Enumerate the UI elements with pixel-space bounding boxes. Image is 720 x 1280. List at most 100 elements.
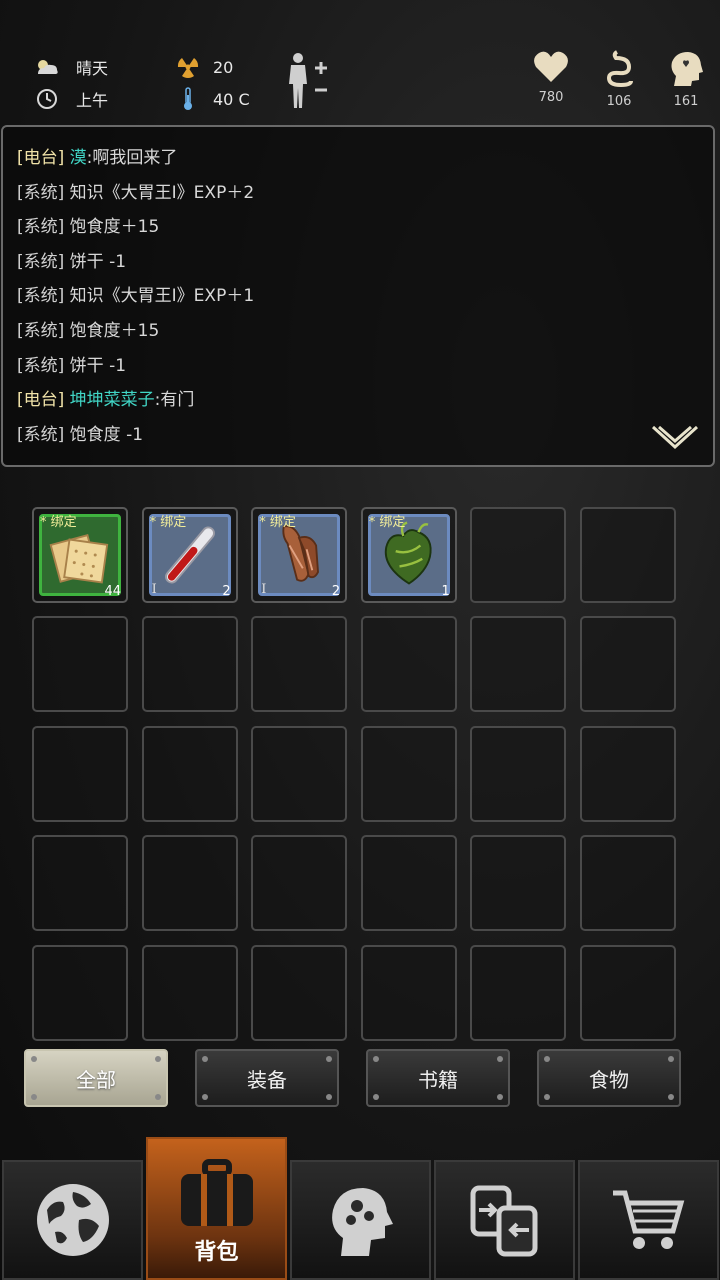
log-line: [系统] 知识《大胃王Ⅰ》EXP＋1 — [17, 279, 713, 314]
rivet-decoration — [497, 1056, 503, 1062]
body-icon — [289, 53, 327, 108]
inventory-slot-empty[interactable] — [32, 725, 128, 822]
inventory-slot-empty[interactable] — [251, 944, 348, 1041]
mental-value: 161 — [673, 94, 699, 109]
inventory-slot-empty[interactable] — [360, 944, 457, 1041]
log-tag: [系统] — [17, 217, 65, 238]
log-line: [系统] 饱食度 -1 — [17, 418, 713, 453]
rivet-decoration — [31, 1094, 37, 1100]
inventory-slot-empty[interactable] — [470, 835, 567, 932]
log-text: 知识《大胃王Ⅰ》EXP＋2 — [69, 182, 255, 203]
rivet-decoration — [155, 1056, 161, 1062]
log-tag: [系统] — [17, 251, 65, 272]
item-count: 2 — [222, 584, 231, 599]
rivet-decoration — [326, 1056, 332, 1062]
filter-food-label: 食物 — [589, 1067, 629, 1092]
inventory-slot-empty[interactable] — [470, 507, 567, 603]
log-speaker[interactable]: 漠 — [70, 148, 87, 168]
message-log[interactable]: [电台] 漠:啊我回来了 [系统] 知识《大胃王Ⅰ》EXP＋2 [系统] 饱食度＋1… — [1, 125, 715, 467]
nav-trade-tab[interactable] — [434, 1160, 575, 1280]
weather-icon — [34, 54, 60, 80]
rivet-decoration — [202, 1056, 208, 1062]
inventory-slot-empty[interactable] — [141, 944, 238, 1041]
filter-all-button[interactable]: 全部 — [24, 1049, 168, 1107]
rivet-decoration — [668, 1056, 674, 1062]
log-lines: [电台] 漠:啊我回来了 [系统] 知识《大胃王Ⅰ》EXP＋2 [系统] 饱食度＋1… — [17, 141, 713, 452]
nav-backpack-label: 背包 — [194, 1240, 239, 1265]
rivet-decoration — [202, 1094, 208, 1100]
inventory-slot-empty[interactable] — [251, 616, 348, 713]
thermometer-icon — [175, 86, 201, 112]
inventory-grid: * 绑定 44 * 绑定 I 2 * 绑定 I 2 * 绑定 1 — [32, 507, 688, 1041]
log-text: :啊我回来了 — [86, 148, 178, 168]
log-speaker[interactable]: 坤坤菜菜子 — [70, 390, 155, 410]
rivet-decoration — [544, 1094, 550, 1100]
inventory-slot-blood-tube[interactable]: * 绑定 I 2 — [141, 507, 238, 603]
filter-food-button[interactable]: 食物 — [537, 1049, 681, 1107]
mental-stat: 161 — [656, 50, 716, 109]
heart-icon — [534, 51, 568, 82]
log-line: [电台] 漠:啊我回来了 — [17, 141, 713, 176]
log-line: [电台] 坤坤菜菜子:有门 — [17, 383, 713, 418]
inventory-slot-green-heart[interactable]: * 绑定 1 — [360, 507, 457, 603]
log-line: [系统] 饼干 -1 — [17, 349, 713, 384]
item-level: I — [151, 582, 157, 597]
status-bar: 晴天 上午 20 40 C 780 106 161 — [0, 0, 720, 122]
inventory-slot-empty[interactable] — [470, 725, 567, 822]
inventory-slot-empty[interactable] — [579, 507, 676, 603]
inventory-slot-empty[interactable] — [251, 725, 348, 822]
inventory-slot-empty[interactable] — [32, 616, 128, 713]
inventory-slot-empty[interactable] — [360, 835, 457, 932]
weather-status: 晴天 — [34, 54, 108, 80]
health-value: 780 — [538, 90, 564, 105]
filter-equipment-button[interactable]: 装备 — [195, 1049, 339, 1107]
inventory-slot-empty[interactable] — [579, 835, 676, 932]
filter-books-button[interactable]: 书籍 — [366, 1049, 510, 1107]
log-text: 饼干 -1 — [69, 355, 127, 376]
bound-label: * 绑定 — [149, 515, 187, 530]
log-text: 饱食度＋15 — [69, 320, 160, 341]
scroll-down-button[interactable] — [651, 425, 699, 455]
bound-label: * 绑定 — [40, 515, 77, 530]
inventory-slot-empty[interactable] — [141, 835, 238, 932]
weather-text: 晴天 — [76, 59, 109, 78]
inventory-slot-empty[interactable] — [32, 835, 128, 932]
hunger-stat: 106 — [589, 50, 649, 109]
log-text: :有门 — [154, 390, 195, 411]
log-tag: [电台] — [17, 148, 65, 168]
health-stat: 780 — [521, 50, 581, 105]
log-text: 饱食度 -1 — [69, 424, 144, 445]
rivet-decoration — [155, 1094, 161, 1100]
inventory-slot-empty[interactable] — [141, 616, 238, 713]
inventory-slot-empty[interactable] — [579, 616, 676, 713]
nav-backpack-tab[interactable]: 背包 — [146, 1137, 287, 1280]
nav-shop-tab[interactable] — [578, 1160, 719, 1280]
inventory-slot-biscuit[interactable]: * 绑定 44 — [32, 507, 128, 603]
temperature-value: 40 C — [213, 89, 250, 109]
inventory-slot-empty[interactable] — [360, 725, 457, 822]
filter-equipment-label: 装备 — [247, 1067, 287, 1092]
inventory-slot-meat-strips[interactable]: * 绑定 I 2 — [251, 507, 348, 603]
body-status-button[interactable] — [285, 52, 333, 114]
inventory-slot-empty[interactable] — [579, 725, 676, 822]
stomach-icon — [606, 50, 633, 87]
rivet-decoration — [326, 1094, 332, 1100]
log-line: [系统] 知识《大胃王Ⅰ》EXP＋2 — [17, 176, 713, 211]
nav-map-tab[interactable] — [2, 1160, 143, 1280]
bound-label: * 绑定 — [259, 515, 296, 530]
inventory-slot-empty[interactable] — [141, 725, 238, 822]
inventory-slot-empty[interactable] — [251, 835, 348, 932]
log-text: 饱食度＋15 — [69, 217, 160, 238]
hunger-value: 106 — [606, 94, 632, 109]
item-count: 1 — [441, 584, 450, 599]
inventory-slot-empty[interactable] — [360, 616, 457, 713]
item-level: I — [261, 582, 267, 597]
nav-skills-tab[interactable] — [290, 1160, 431, 1280]
inventory-slot-empty[interactable] — [470, 944, 567, 1041]
inventory-slot-empty[interactable] — [579, 944, 676, 1041]
inventory-slot-empty[interactable] — [470, 616, 567, 713]
log-text: 知识《大胃王Ⅰ》EXP＋1 — [69, 286, 255, 307]
time-status: 上午 — [34, 86, 108, 112]
log-line: [系统] 饼干 -1 — [17, 245, 713, 280]
inventory-slot-empty[interactable] — [32, 944, 128, 1041]
